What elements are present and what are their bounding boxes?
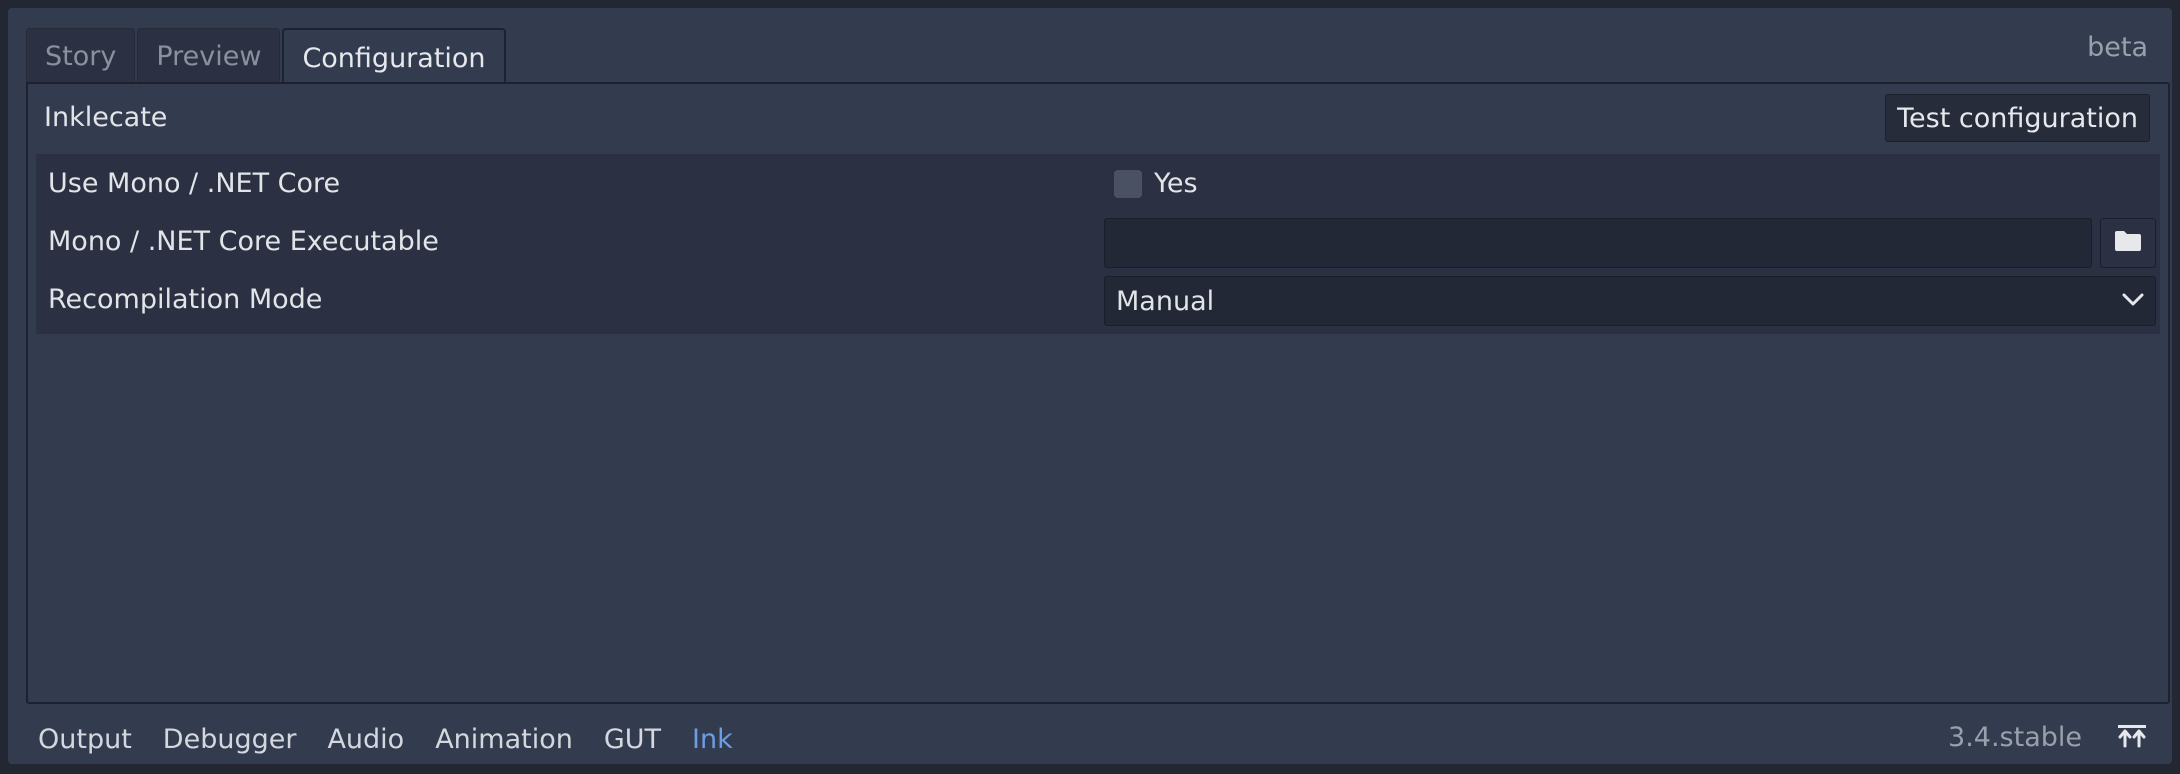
section-title: Inklecate [44, 102, 168, 133]
tab-bar: Story Preview Configuration [26, 28, 508, 84]
bottom-panel-bar: Output Debugger Audio Animation GUT Ink … [26, 714, 2170, 764]
recompilation-mode-select[interactable]: Manual [1104, 276, 2156, 326]
editor-bottom-dock: Story Preview Configuration beta Inkleca… [0, 0, 2180, 774]
expand-panel-button[interactable] [2112, 720, 2152, 756]
version-label: 3.4.stable [1948, 722, 2082, 753]
bottom-tab-gut[interactable]: GUT [604, 724, 661, 755]
bottom-tab-animation[interactable]: Animation [435, 724, 573, 755]
executable-label: Mono / .NET Core Executable [48, 226, 439, 257]
bottom-tab-output[interactable]: Output [38, 724, 132, 755]
tab-preview[interactable]: Preview [137, 28, 281, 83]
use-mono-label: Use Mono / .NET Core [48, 168, 341, 199]
recompilation-label: Recompilation Mode [48, 284, 323, 315]
ink-panel: Story Preview Configuration beta Inkleca… [8, 8, 2172, 764]
configuration-panel: Inklecate Test configuration Use Mono / … [26, 82, 2170, 704]
recompilation-mode-value: Manual [1116, 285, 1215, 317]
executable-path-input[interactable] [1104, 218, 2092, 268]
settings-grid: Use Mono / .NET Core Yes Mono / .NET Cor… [36, 154, 2160, 334]
checkbox-box[interactable] [1114, 169, 1142, 198]
bottom-tab-debugger[interactable]: Debugger [163, 724, 297, 755]
tab-configuration[interactable]: Configuration [282, 28, 506, 84]
beta-badge: beta [2087, 32, 2148, 63]
folder-icon [2114, 230, 2142, 256]
expand-panel-icon [2117, 724, 2147, 752]
checkbox-label: Yes [1154, 168, 1198, 199]
test-configuration-button[interactable]: Test configuration [1885, 94, 2150, 142]
bottom-tab-ink[interactable]: Ink [692, 724, 733, 755]
bottom-tab-audio[interactable]: Audio [327, 724, 404, 755]
tab-story[interactable]: Story [26, 28, 136, 83]
chevron-down-icon [2122, 292, 2144, 311]
browse-button[interactable] [2100, 218, 2156, 268]
use-mono-checkbox[interactable]: Yes [1114, 168, 1198, 199]
